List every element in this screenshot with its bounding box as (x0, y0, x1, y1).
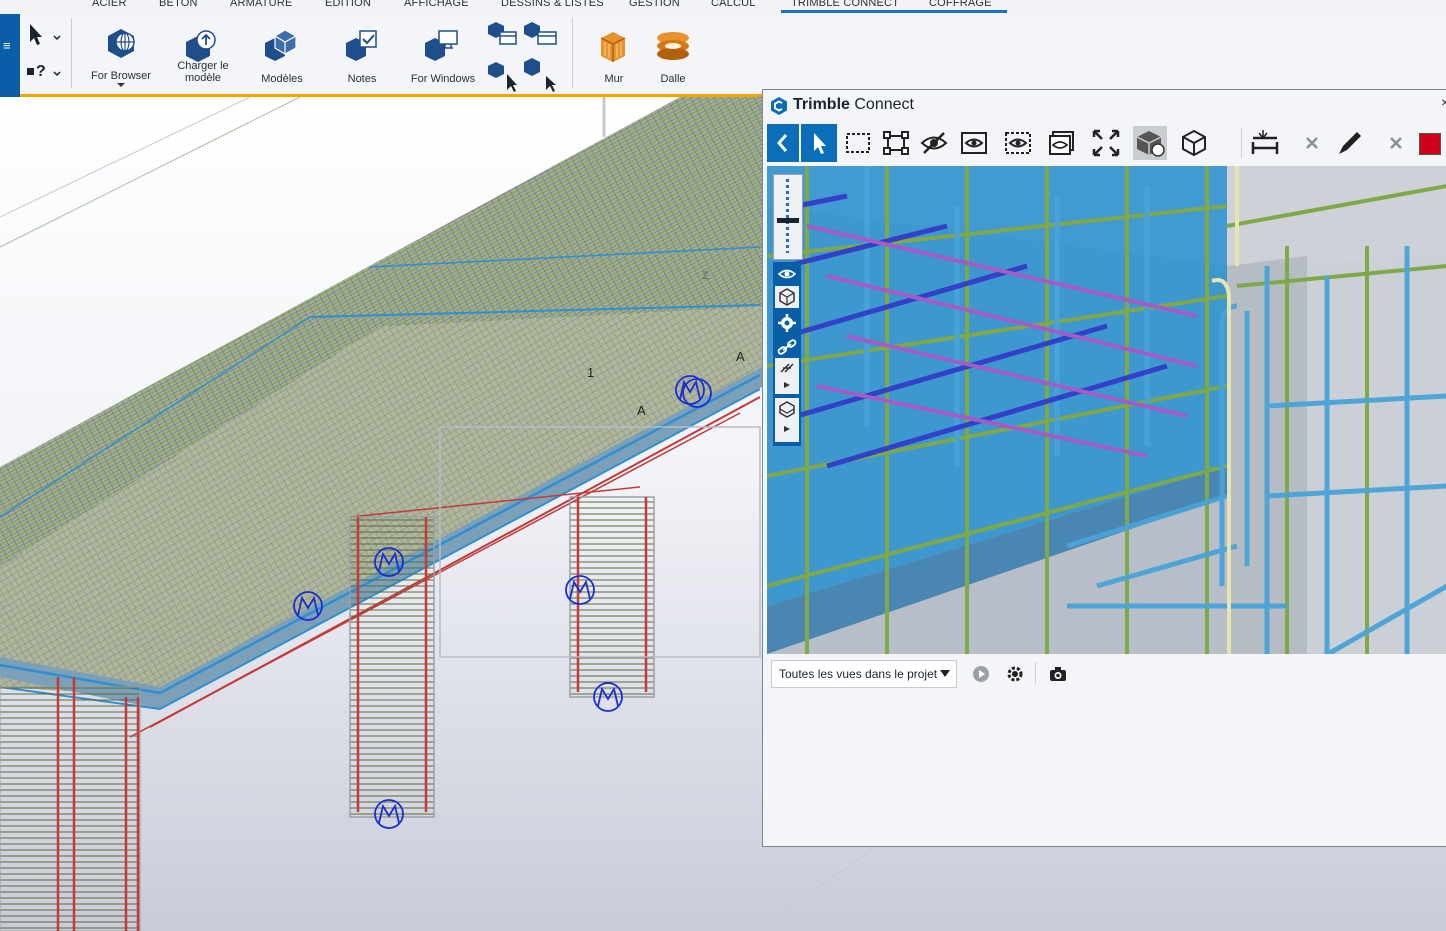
show-all-icon[interactable] (1001, 126, 1035, 160)
trimble-3d-viewer[interactable] (767, 166, 1446, 654)
label-a: A (637, 403, 646, 418)
clear-measure-icon[interactable] (1297, 126, 1331, 160)
camera-icon[interactable] (1048, 665, 1068, 683)
trimble-connect-logo-icon (771, 97, 787, 115)
markup-pen-icon[interactable] (1333, 126, 1367, 160)
tab-affichage[interactable]: AFFICHAGE (404, 0, 469, 9)
cube-icon (779, 288, 795, 306)
tab-trimble-connect[interactable]: TRIMBLE CONNECT (791, 0, 899, 9)
tab-dessins-listes[interactable]: DESSINS & LISTES (501, 0, 604, 9)
charger-label-line1: Charger le (177, 60, 229, 72)
tab-coffrage[interactable]: COFFRAGE (929, 0, 992, 9)
label-a: A (736, 349, 745, 364)
models-icon[interactable] (263, 28, 299, 62)
notes-icon[interactable] (344, 28, 380, 62)
select-tool-icon[interactable]: ? (24, 22, 64, 84)
label-z: Z (702, 270, 709, 282)
measure-icon[interactable] (1249, 126, 1283, 160)
wall-label[interactable]: Mur (592, 73, 636, 85)
charger-label-line2: modèle (184, 72, 222, 84)
viewer-toolbar (763, 120, 1446, 166)
views-dropdown-value: Toutes les vues dans le projet (779, 667, 938, 681)
chevron-left-icon (777, 134, 788, 152)
fullscreen-icon[interactable] (1089, 126, 1123, 160)
cube-view-icon[interactable] (1177, 126, 1211, 160)
wall-icon[interactable] (597, 28, 629, 64)
gear-icon (778, 314, 796, 332)
play-icon[interactable] (971, 664, 991, 684)
box-select-icon[interactable] (841, 126, 875, 160)
toolbar-divider (1241, 128, 1242, 158)
hide-icon[interactable] (917, 126, 951, 160)
layers-button[interactable] (775, 398, 799, 442)
eye-icon (777, 269, 797, 279)
charger-label[interactable]: Charger le modèle (168, 60, 238, 84)
views-dropdown[interactable]: Toutes les vues dans le projet (771, 660, 957, 688)
sync-tools-icon[interactable] (488, 18, 560, 92)
panel-title-bar: Trimble Connect × (763, 90, 1446, 120)
back-button[interactable] (767, 124, 799, 162)
object-button[interactable] (775, 286, 799, 308)
hamburger-icon: ≡ (3, 38, 11, 53)
settings-button[interactable] (775, 312, 799, 334)
tools-icon (780, 363, 794, 388)
tab-acier[interactable]: ACIER (92, 0, 127, 9)
for-browser-label[interactable]: For Browser (85, 70, 157, 82)
close-icon[interactable]: × (1441, 94, 1446, 110)
models-label[interactable]: Modèles (248, 73, 316, 85)
tab-beton[interactable]: BETON (159, 0, 198, 9)
model-cube-icon (1136, 131, 1165, 157)
svg-text:?: ? (36, 63, 46, 80)
for-windows-icon[interactable] (423, 28, 461, 62)
link-button[interactable] (775, 336, 799, 358)
clear-markup-icon[interactable] (1381, 126, 1415, 160)
layers-icon (779, 401, 795, 432)
isolate-icon[interactable] (957, 126, 991, 160)
tab-calcul[interactable]: CALCUL (711, 0, 756, 9)
label-1: 1 (587, 365, 594, 380)
slab-label[interactable]: Dalle (649, 73, 697, 85)
zoom-track (786, 179, 789, 253)
notes-label[interactable]: Notes (330, 73, 394, 85)
for-browser-icon[interactable] (103, 26, 139, 62)
tab-edition[interactable]: EDITION (325, 0, 371, 9)
viewer-side-toolbar (773, 174, 803, 446)
select-tool-button[interactable] (801, 124, 837, 162)
link-icon (777, 339, 797, 355)
tab-gestion[interactable]: GESTION (629, 0, 680, 9)
bottom-divider (1035, 662, 1036, 684)
markup-color-swatch[interactable] (1419, 133, 1441, 155)
fit-selection-icon[interactable] (879, 126, 913, 160)
slab-icon[interactable] (655, 30, 691, 62)
chevron-down-icon (117, 83, 125, 87)
brand-name: Trimble (793, 96, 850, 113)
gear-icon[interactable] (1005, 664, 1025, 684)
pointer-icon (814, 133, 826, 154)
for-windows-label[interactable]: For Windows (403, 73, 483, 85)
tab-armature[interactable]: ARMATURE (230, 0, 293, 9)
visibility-button[interactable] (775, 264, 799, 284)
upload-model-icon[interactable] (184, 28, 220, 62)
trimble-connect-panel: Trimble Connect × Toutes les vues dans l… (762, 89, 1446, 847)
zoom-slider[interactable] (773, 174, 803, 260)
clash-button[interactable] (775, 358, 799, 394)
xray-icon[interactable] (1045, 126, 1079, 160)
menu-bar: ACIER BETON ARMATURE EDITION AFFICHAGE D… (0, 0, 1446, 14)
panel-title: Trimble Connect (793, 96, 914, 114)
model-tree-button[interactable] (1133, 126, 1167, 160)
product-name: Connect (854, 96, 914, 113)
zoom-handle[interactable] (777, 218, 799, 223)
chevron-down-icon (940, 670, 950, 677)
ribbon-menu-toggle[interactable]: ≡ (0, 14, 20, 97)
active-tab-indicator (781, 10, 1007, 13)
